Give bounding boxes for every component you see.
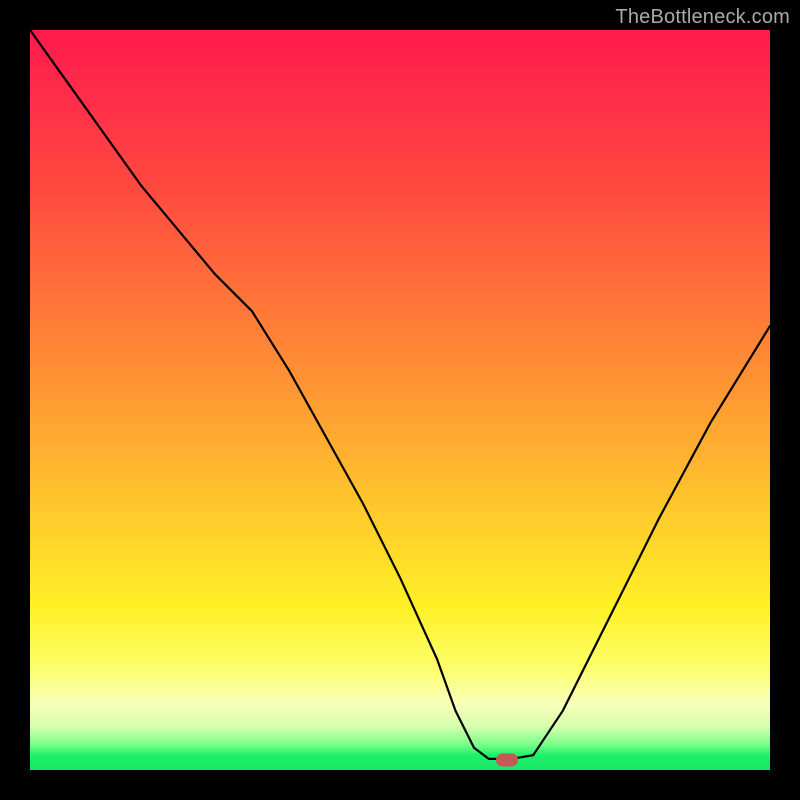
watermark-text: TheBottleneck.com [615,6,790,29]
curve-path [30,30,770,759]
bottleneck-curve [30,30,770,770]
optimum-marker [496,754,518,767]
plot-area [30,30,770,770]
chart-frame: TheBottleneck.com [0,0,800,800]
